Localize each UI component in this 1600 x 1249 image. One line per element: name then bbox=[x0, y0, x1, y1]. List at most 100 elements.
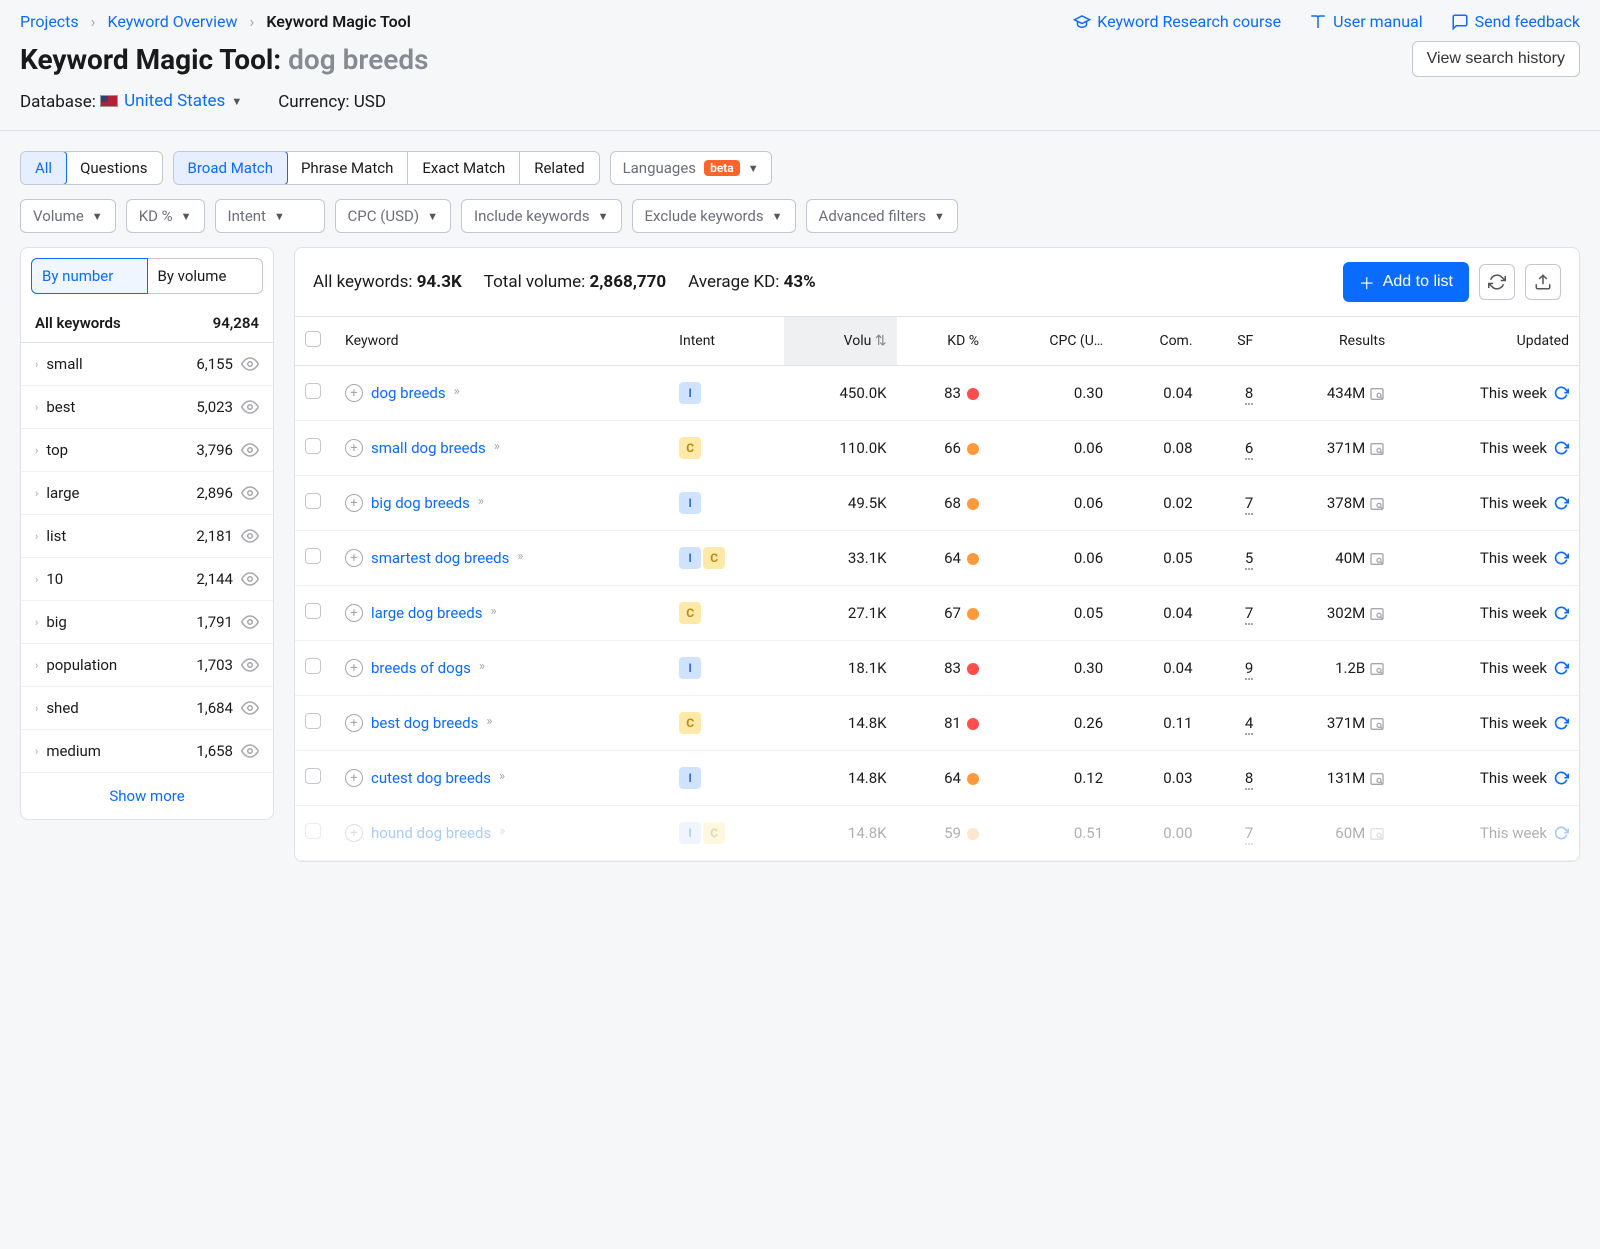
double-chevron-icon[interactable]: » bbox=[478, 494, 484, 509]
double-chevron-icon[interactable]: » bbox=[486, 714, 492, 729]
tab-all[interactable]: All bbox=[20, 151, 67, 185]
add-keyword-icon[interactable]: + bbox=[345, 494, 363, 512]
refresh-row-icon[interactable] bbox=[1553, 551, 1569, 567]
row-checkbox[interactable] bbox=[305, 768, 321, 784]
research-course-link[interactable]: Keyword Research course bbox=[1073, 12, 1281, 31]
filter-advanced[interactable]: Advanced filters▼ bbox=[806, 199, 958, 233]
add-keyword-icon[interactable]: + bbox=[345, 439, 363, 457]
languages-dropdown[interactable]: Languages beta ▼ bbox=[610, 151, 772, 185]
sort-by-number[interactable]: By number bbox=[31, 258, 148, 294]
keyword-link[interactable]: hound dog breeds bbox=[371, 824, 491, 842]
serp-preview-icon[interactable] bbox=[1369, 606, 1385, 622]
show-more-button[interactable]: Show more bbox=[21, 773, 273, 819]
col-volume[interactable]: Volu ⇅ bbox=[784, 317, 897, 366]
row-checkbox[interactable] bbox=[305, 383, 321, 399]
row-checkbox[interactable] bbox=[305, 658, 321, 674]
feedback-link[interactable]: Send feedback bbox=[1451, 12, 1580, 31]
add-keyword-icon[interactable]: + bbox=[345, 549, 363, 567]
keyword-link[interactable]: cutest dog breeds bbox=[371, 769, 491, 787]
sidebar-item-10[interactable]: ›10 2,144 bbox=[21, 558, 273, 601]
refresh-row-icon[interactable] bbox=[1553, 606, 1569, 622]
row-checkbox[interactable] bbox=[305, 713, 321, 729]
sidebar-item-small[interactable]: ›small 6,155 bbox=[21, 343, 273, 386]
sf-cell[interactable]: 5 bbox=[1245, 549, 1253, 570]
eye-icon[interactable] bbox=[241, 742, 259, 760]
double-chevron-icon[interactable]: » bbox=[499, 824, 505, 839]
sidebar-item-list[interactable]: ›list 2,181 bbox=[21, 515, 273, 558]
keyword-link[interactable]: best dog breeds bbox=[371, 714, 478, 732]
keyword-link[interactable]: big dog breeds bbox=[371, 494, 470, 512]
filter-kd[interactable]: KD %▼ bbox=[126, 199, 205, 233]
eye-icon[interactable] bbox=[241, 699, 259, 717]
breadcrumb-overview[interactable]: Keyword Overview bbox=[107, 12, 237, 31]
sidebar-item-big[interactable]: ›big 1,791 bbox=[21, 601, 273, 644]
sidebar-item-large[interactable]: ›large 2,896 bbox=[21, 472, 273, 515]
double-chevron-icon[interactable]: » bbox=[517, 549, 523, 564]
sidebar-item-shed[interactable]: ›shed 1,684 bbox=[21, 687, 273, 730]
eye-icon[interactable] bbox=[241, 527, 259, 545]
sf-cell[interactable]: 4 bbox=[1245, 714, 1253, 735]
user-manual-link[interactable]: User manual bbox=[1309, 12, 1423, 31]
double-chevron-icon[interactable]: » bbox=[490, 604, 496, 619]
keyword-link[interactable]: dog breeds bbox=[371, 384, 446, 402]
double-chevron-icon[interactable]: » bbox=[479, 659, 485, 674]
refresh-row-icon[interactable] bbox=[1553, 441, 1569, 457]
tab-broad-match[interactable]: Broad Match bbox=[173, 151, 288, 185]
row-checkbox[interactable] bbox=[305, 493, 321, 509]
serp-preview-icon[interactable] bbox=[1369, 716, 1385, 732]
keyword-link[interactable]: breeds of dogs bbox=[371, 659, 471, 677]
refresh-row-icon[interactable] bbox=[1553, 716, 1569, 732]
eye-icon[interactable] bbox=[241, 570, 259, 588]
filter-exclude[interactable]: Exclude keywords▼ bbox=[632, 199, 796, 233]
col-keyword[interactable]: Keyword bbox=[335, 317, 669, 366]
eye-icon[interactable] bbox=[241, 441, 259, 459]
keyword-link[interactable]: large dog breeds bbox=[371, 604, 482, 622]
eye-icon[interactable] bbox=[241, 398, 259, 416]
sf-cell[interactable]: 6 bbox=[1245, 439, 1253, 460]
filter-cpc[interactable]: CPC (USD)▼ bbox=[335, 199, 451, 233]
serp-preview-icon[interactable] bbox=[1369, 386, 1385, 402]
refresh-row-icon[interactable] bbox=[1553, 496, 1569, 512]
database-selector[interactable]: United States ▼ bbox=[100, 91, 242, 111]
add-keyword-icon[interactable]: + bbox=[345, 714, 363, 732]
serp-preview-icon[interactable] bbox=[1369, 441, 1385, 457]
sort-by-volume[interactable]: By volume bbox=[148, 258, 264, 294]
refresh-row-icon[interactable] bbox=[1553, 826, 1569, 842]
sidebar-item-best[interactable]: ›best 5,023 bbox=[21, 386, 273, 429]
sidebar-item-population[interactable]: ›population 1,703 bbox=[21, 644, 273, 687]
tab-questions[interactable]: Questions bbox=[66, 152, 161, 184]
col-updated[interactable]: Updated bbox=[1395, 317, 1579, 366]
col-kd[interactable]: KD % bbox=[897, 317, 989, 366]
add-keyword-icon[interactable]: + bbox=[345, 604, 363, 622]
row-checkbox[interactable] bbox=[305, 548, 321, 564]
refresh-row-icon[interactable] bbox=[1553, 771, 1569, 787]
add-keyword-icon[interactable]: + bbox=[345, 769, 363, 787]
serp-preview-icon[interactable] bbox=[1369, 661, 1385, 677]
eye-icon[interactable] bbox=[241, 355, 259, 373]
add-keyword-icon[interactable]: + bbox=[345, 384, 363, 402]
keyword-link[interactable]: small dog breeds bbox=[371, 439, 486, 457]
tab-phrase-match[interactable]: Phrase Match bbox=[287, 152, 408, 184]
col-intent[interactable]: Intent bbox=[669, 317, 783, 366]
add-keyword-icon[interactable]: + bbox=[345, 824, 363, 842]
sf-cell[interactable]: 8 bbox=[1245, 384, 1253, 405]
filter-volume[interactable]: Volume▼ bbox=[20, 199, 116, 233]
eye-icon[interactable] bbox=[241, 484, 259, 502]
sf-cell[interactable]: 8 bbox=[1245, 769, 1253, 790]
col-cpc[interactable]: CPC (U… bbox=[989, 317, 1113, 366]
row-checkbox[interactable] bbox=[305, 823, 321, 839]
eye-icon[interactable] bbox=[241, 656, 259, 674]
refresh-button[interactable] bbox=[1479, 264, 1515, 300]
breadcrumb-projects[interactable]: Projects bbox=[20, 12, 79, 31]
export-button[interactable] bbox=[1525, 264, 1561, 300]
tab-exact-match[interactable]: Exact Match bbox=[408, 152, 520, 184]
double-chevron-icon[interactable]: » bbox=[454, 384, 460, 399]
refresh-row-icon[interactable] bbox=[1553, 661, 1569, 677]
sf-cell[interactable]: 7 bbox=[1245, 604, 1253, 625]
view-history-button[interactable]: View search history bbox=[1412, 41, 1580, 77]
col-results[interactable]: Results bbox=[1263, 317, 1395, 366]
all-keywords-header[interactable]: All keywords 94,284 bbox=[21, 304, 273, 343]
serp-preview-icon[interactable] bbox=[1369, 771, 1385, 787]
row-checkbox[interactable] bbox=[305, 603, 321, 619]
filter-intent[interactable]: Intent▼ bbox=[215, 199, 325, 233]
